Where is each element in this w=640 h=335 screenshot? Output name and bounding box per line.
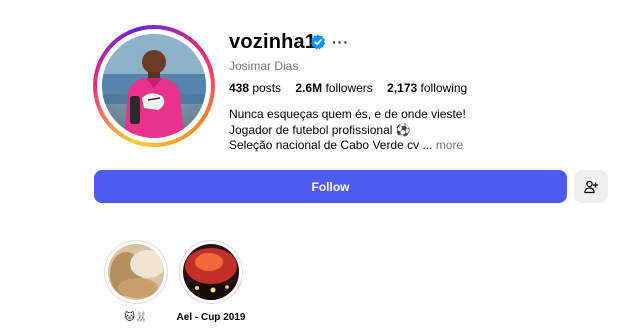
posts-label: posts bbox=[252, 81, 282, 95]
avatar-photo bbox=[102, 34, 206, 138]
story-highlight[interactable]: Ael - Cup 2019 bbox=[177, 240, 245, 323]
avatar-ring-gap bbox=[97, 29, 211, 143]
profile-bio: Nunca esqueças quem és, e de onde vieste… bbox=[229, 107, 466, 154]
full-name: Josimar Dias bbox=[229, 59, 299, 73]
story-highlight[interactable]: 🐱🐰 bbox=[104, 240, 168, 323]
highlight-photo bbox=[183, 244, 239, 300]
bio-line: Seleção nacional de Cabo Verde cv ... mo… bbox=[229, 138, 466, 154]
bio-line: Nunca esqueças quem és, e de onde vieste… bbox=[229, 107, 466, 121]
highlight-thumbnail bbox=[108, 244, 164, 300]
followers-stat[interactable]: 2.6M followers bbox=[295, 81, 372, 95]
highlight-photo bbox=[108, 244, 164, 300]
highlight-ring bbox=[179, 240, 243, 304]
following-label: following bbox=[420, 81, 468, 95]
posts-stat: 438 posts bbox=[229, 81, 281, 95]
avatar-illustration bbox=[102, 34, 206, 138]
follow-button[interactable]: Follow bbox=[94, 170, 567, 203]
add-person-icon bbox=[584, 180, 598, 193]
profile-avatar[interactable] bbox=[93, 25, 215, 147]
bio-more-link[interactable]: more bbox=[436, 138, 463, 152]
following-count: 2,173 bbox=[387, 81, 418, 95]
posts-count: 438 bbox=[229, 81, 250, 95]
highlight-ring bbox=[104, 240, 168, 304]
suggested-users-button[interactable] bbox=[574, 170, 608, 203]
verified-badge-icon bbox=[310, 34, 326, 50]
followers-label: followers bbox=[325, 81, 373, 95]
more-options-icon[interactable]: ··· bbox=[332, 34, 349, 50]
bio-line: Jogador de futebol profissional ⚽ bbox=[229, 122, 411, 137]
profile-stats: 438 posts 2.6M followers 2,173 following bbox=[229, 81, 478, 95]
bio-line-text: Seleção nacional de Cabo Verde cv ... bbox=[229, 138, 433, 152]
following-stat[interactable]: 2,173 following bbox=[387, 81, 467, 95]
highlight-thumbnail bbox=[183, 244, 239, 300]
highlight-label: Ael - Cup 2019 bbox=[176, 312, 246, 323]
username: vozinha1 bbox=[229, 31, 317, 53]
followers-count: 2.6M bbox=[295, 81, 323, 95]
